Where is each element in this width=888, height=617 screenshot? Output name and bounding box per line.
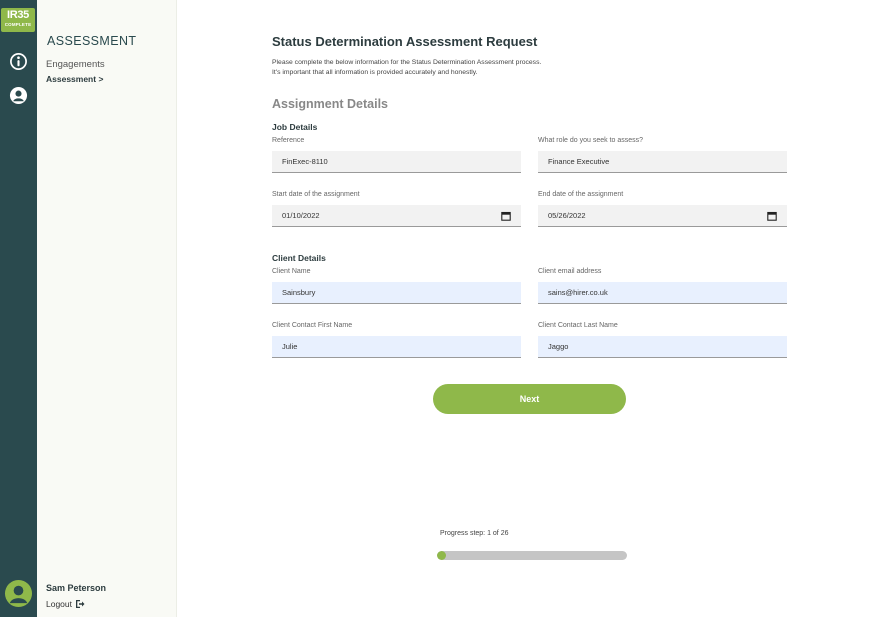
progress-bar bbox=[437, 551, 627, 560]
role-input[interactable]: Finance Executive bbox=[538, 151, 787, 173]
reference-input[interactable]: FinExec-8110 bbox=[272, 151, 521, 173]
sidebar: ASSESSMENT Engagements Assessment > Sam … bbox=[37, 0, 177, 617]
logo-text: IR35 bbox=[6, 9, 30, 21]
contact-last-name-label: Client Contact Last Name bbox=[538, 322, 618, 329]
person-circle-icon[interactable] bbox=[9, 86, 28, 105]
logo-subtext: COMPLETE bbox=[4, 22, 32, 27]
main-content: Status Determination Assessment Request … bbox=[177, 0, 888, 617]
calendar-icon[interactable] bbox=[767, 211, 777, 221]
progress-label: Progress step: 1 of 26 bbox=[440, 530, 509, 537]
contact-last-name-input[interactable]: Jaggo bbox=[538, 336, 787, 358]
contact-first-name-value: Julie bbox=[282, 342, 298, 351]
reference-value: FinExec-8110 bbox=[282, 157, 328, 166]
client-email-value: sains@hirer.co.uk bbox=[548, 288, 608, 297]
end-date-value: 05/26/2022 bbox=[548, 211, 586, 220]
contact-first-name-label: Client Contact First Name bbox=[272, 322, 353, 329]
job-details-heading: Job Details bbox=[272, 122, 318, 132]
client-details-heading: Client Details bbox=[272, 253, 326, 263]
reference-label: Reference bbox=[272, 137, 305, 144]
end-date-label: End date of the assignment bbox=[538, 191, 624, 198]
intro-line-2: It's important that all information is p… bbox=[272, 69, 478, 76]
intro-line-1: Please complete the below information fo… bbox=[272, 59, 542, 66]
start-date-value: 01/10/2022 bbox=[282, 211, 320, 220]
client-name-value: Sainsbury bbox=[282, 288, 316, 297]
start-date-label: Start date of the assignment bbox=[272, 191, 360, 198]
sidebar-title: ASSESSMENT bbox=[47, 34, 137, 48]
next-button[interactable]: Next bbox=[433, 384, 626, 414]
contact-first-name-input[interactable]: Julie bbox=[272, 336, 521, 358]
sidebar-item-engagements[interactable]: Engagements bbox=[46, 59, 105, 70]
role-value: Finance Executive bbox=[548, 157, 610, 166]
contact-last-name-value: Jaggo bbox=[548, 342, 569, 351]
start-date-input[interactable]: 01/10/2022 bbox=[272, 205, 521, 227]
logout-icon bbox=[76, 600, 85, 608]
logout-label: Logout bbox=[46, 599, 72, 609]
client-email-input[interactable]: sains@hirer.co.uk bbox=[538, 282, 787, 304]
calendar-icon[interactable] bbox=[501, 211, 511, 221]
page-title: Status Determination Assessment Request bbox=[272, 34, 538, 49]
avatar[interactable] bbox=[4, 579, 33, 608]
role-label: What role do you seek to assess? bbox=[538, 137, 644, 144]
client-name-input[interactable]: Sainsbury bbox=[272, 282, 521, 304]
user-name: Sam Peterson bbox=[46, 583, 107, 593]
client-name-label: Client Name bbox=[272, 268, 311, 275]
client-email-label: Client email address bbox=[538, 268, 602, 275]
sidebar-item-assessment[interactable]: Assessment > bbox=[46, 74, 103, 84]
icon-rail: IR35 COMPLETE bbox=[0, 0, 37, 617]
section-title: Assignment Details bbox=[272, 97, 389, 111]
info-gauge-icon[interactable] bbox=[9, 52, 28, 71]
app-logo[interactable]: IR35 COMPLETE bbox=[1, 8, 35, 32]
progress-fill bbox=[437, 551, 446, 560]
end-date-input[interactable]: 05/26/2022 bbox=[538, 205, 787, 227]
logout-link[interactable]: Logout bbox=[46, 599, 85, 609]
intro-text: Please complete the below information fo… bbox=[272, 58, 541, 78]
